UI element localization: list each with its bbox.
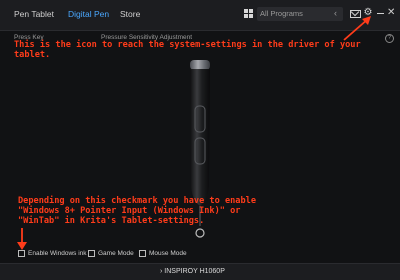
option-game-mode[interactable]: Game Mode xyxy=(88,250,134,257)
grid-icon[interactable] xyxy=(244,9,253,18)
game-mode-label: Game Mode xyxy=(98,250,134,258)
option-enable-windows-ink[interactable]: Enable Windows ink xyxy=(18,250,87,257)
annotation-bottom-note: Depending on this checkmark you have to … xyxy=(18,196,256,226)
device-bar[interactable]: › INSPIROY H1060P xyxy=(0,263,400,280)
option-mouse-mode[interactable]: Mouse Mode xyxy=(139,250,187,257)
mouse-mode-checkbox[interactable] xyxy=(139,250,146,257)
chevron-right-icon: › xyxy=(160,268,163,275)
close-icon[interactable]: ✕ xyxy=(387,7,395,19)
annotation-bottom-line-1: Depending on this checkmark you have to … xyxy=(18,196,256,206)
annotation-top-note: This is the icon to reach the system-set… xyxy=(14,40,361,60)
game-mode-checkbox[interactable] xyxy=(88,250,95,257)
tab-pen-tablet[interactable]: Pen Tablet xyxy=(14,9,54,19)
annotation-bottom-line-3: "WinTab" in Krita's Tablet-settings. xyxy=(18,216,205,226)
windows-ink-label: Enable Windows ink xyxy=(28,250,87,258)
tab-store[interactable]: Store xyxy=(120,9,140,19)
annotation-arrow-bottom xyxy=(17,228,27,250)
tab-digital-pen[interactable]: Digital Pen xyxy=(68,9,109,19)
windows-ink-checkbox[interactable] xyxy=(18,250,25,257)
device-selector[interactable]: › INSPIROY H1060P xyxy=(160,268,225,275)
mouse-mode-label: Mouse Mode xyxy=(149,250,187,258)
annotation-bottom-line-2: "Windows 8+ Pointer Input (Windows Ink)"… xyxy=(18,206,241,216)
program-select[interactable]: All Programs ‹ xyxy=(257,7,343,21)
chevron-left-icon[interactable]: ‹ xyxy=(334,8,337,18)
program-select-value: All Programs xyxy=(260,9,303,18)
device-name-label: INSPIROY H1060P xyxy=(164,268,225,275)
